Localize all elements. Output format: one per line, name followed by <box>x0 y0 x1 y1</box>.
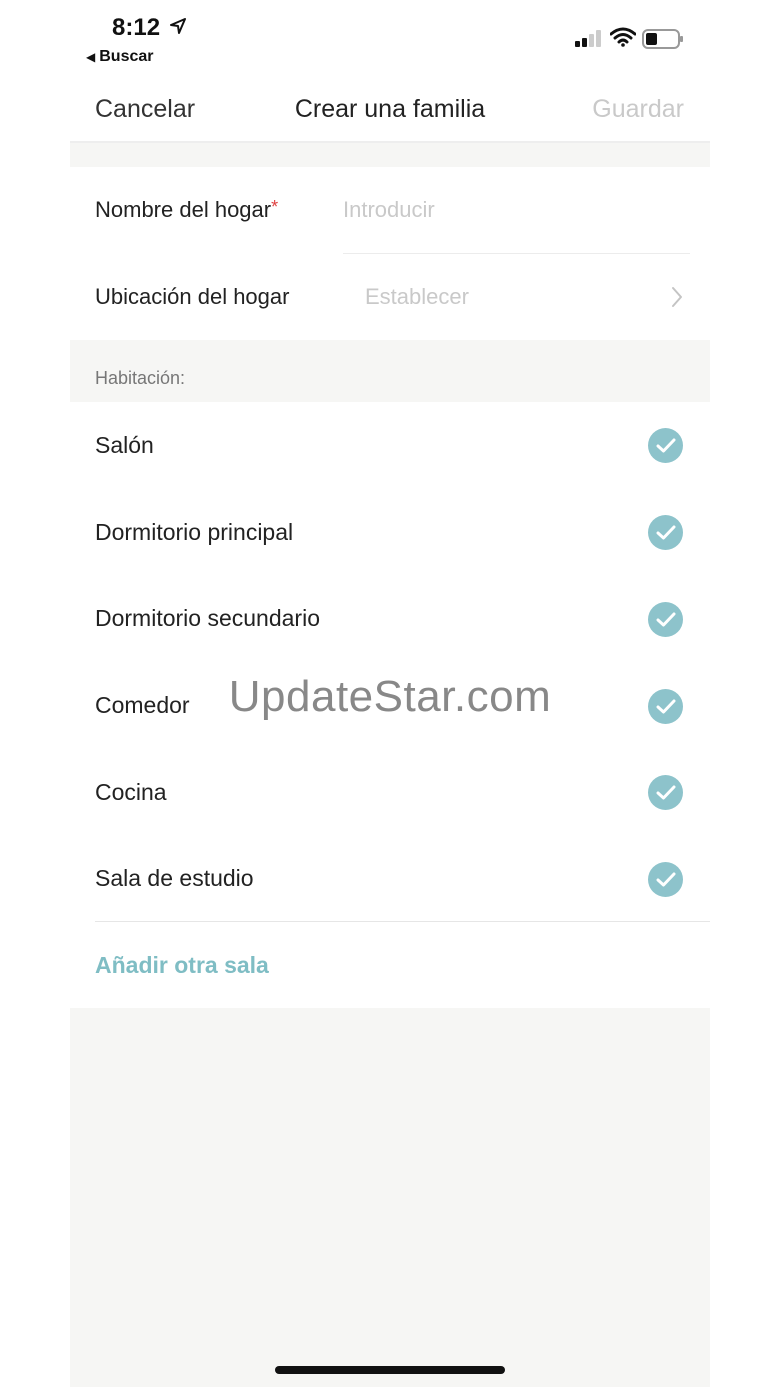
row-divider <box>343 253 690 254</box>
checkmark-icon <box>656 872 676 887</box>
add-room-button[interactable]: Añadir otra sala <box>95 952 269 979</box>
room-check-toggle[interactable] <box>648 775 683 810</box>
room-item-label[interactable]: Dormitorio secundario <box>95 605 320 632</box>
home-name-label: Nombre del hogar* <box>95 197 278 223</box>
room-item-label[interactable]: Cocina <box>95 779 167 806</box>
checkmark-icon <box>656 785 676 800</box>
checkmark-icon <box>656 438 676 453</box>
home-location-label: Ubicación del hogar <box>95 284 290 309</box>
room-check-toggle[interactable] <box>648 515 683 550</box>
battery-icon <box>642 29 684 54</box>
room-item-label[interactable]: Salón <box>95 432 154 459</box>
home-name-label-text: Nombre del hogar <box>95 197 272 222</box>
save-button[interactable]: Guardar <box>592 95 684 124</box>
back-triangle-icon: ◀ <box>86 50 96 64</box>
checkmark-icon <box>656 525 676 540</box>
empty-area <box>70 1008 710 1387</box>
room-check-toggle[interactable] <box>648 428 683 463</box>
room-item-label[interactable]: Sala de estudio <box>95 865 254 892</box>
home-indicator[interactable] <box>275 1366 505 1374</box>
room-item-label[interactable]: Dormitorio principal <box>95 519 293 546</box>
back-app-label: Buscar <box>99 48 154 65</box>
rooms-section-label: Habitación: <box>95 368 186 388</box>
watermark: UpdateStar.com <box>228 672 552 721</box>
list-divider <box>95 921 710 922</box>
required-asterisk: * <box>271 197 279 217</box>
checkmark-icon <box>656 612 676 627</box>
room-check-toggle[interactable] <box>648 862 683 897</box>
status-time: 8:12 <box>112 14 161 41</box>
signal-icon <box>575 30 603 53</box>
chevron-right-icon <box>670 286 684 313</box>
location-arrow-icon <box>170 18 186 39</box>
room-check-toggle[interactable] <box>648 602 683 637</box>
home-name-input[interactable]: Introducir <box>343 197 435 223</box>
back-to-app-link[interactable]: ◀ Buscar <box>86 48 153 66</box>
home-location-value: Establecer <box>365 284 469 309</box>
section-gap <box>70 143 710 167</box>
wifi-icon <box>609 27 637 52</box>
